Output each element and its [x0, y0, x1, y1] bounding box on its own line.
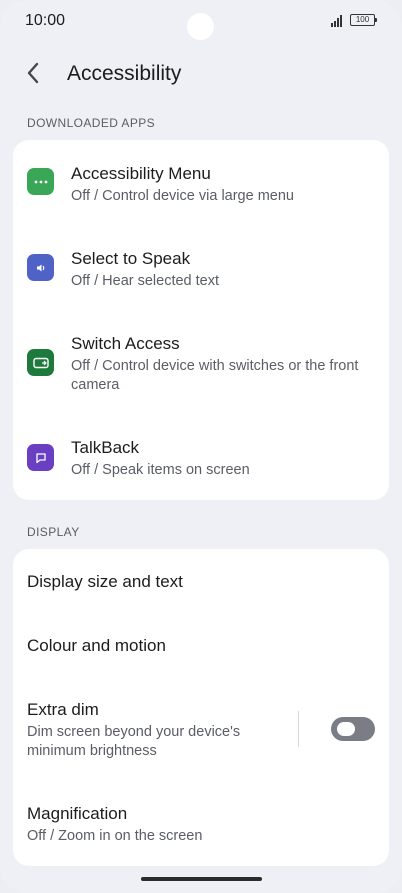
display-card: Display size and text Colour and motion …	[13, 549, 389, 866]
signal-icon	[331, 15, 345, 27]
more-dots-icon	[27, 168, 54, 195]
status-time: 10:00	[25, 12, 66, 29]
front-camera	[187, 13, 214, 40]
list-item-extra-dim[interactable]: Extra dim Dim screen beyond your device'…	[13, 689, 389, 774]
home-indicator[interactable]	[141, 877, 262, 881]
section-label-downloaded-apps: DOWNLOADED APPS	[27, 116, 156, 130]
item-title: Accessibility Menu	[71, 164, 211, 183]
item-title: Magnification	[27, 804, 128, 823]
item-subtitle: Off / Speak items on screen	[71, 462, 250, 478]
battery-level: 100	[355, 15, 370, 24]
list-item-switch-access[interactable]: Switch Access Off / Control device with …	[13, 318, 389, 418]
section-label-display: DISPLAY	[27, 525, 80, 539]
battery-icon: 100	[350, 14, 377, 26]
chevron-left-icon	[27, 62, 39, 84]
item-title: Switch Access	[71, 334, 180, 353]
screen: 10:00 100 Accessibility DOWNLOADED APPS …	[0, 0, 402, 893]
toggle-knob	[337, 722, 355, 736]
page-title: Accessibility	[67, 62, 182, 85]
item-subtitle: Off / Hear selected text	[71, 273, 220, 289]
switch-access-icon	[27, 349, 54, 376]
header: Accessibility	[0, 55, 402, 95]
back-button[interactable]	[18, 57, 48, 89]
list-item-select-to-speak[interactable]: Select to Speak Off / Hear selected text	[13, 233, 389, 313]
item-title: Extra dim	[27, 700, 99, 719]
list-item-accessibility-menu[interactable]: Accessibility Menu Off / Control device …	[13, 148, 389, 228]
list-item-display-size-and-text[interactable]: Display size and text	[13, 549, 389, 614]
item-subtitle: Off / Zoom in on the screen	[27, 828, 203, 844]
list-item-talkback[interactable]: TalkBack Off / Speak items on screen	[13, 423, 389, 498]
status-bar: 10:00 100	[0, 0, 402, 42]
downloaded-apps-card: Accessibility Menu Off / Control device …	[13, 140, 389, 500]
item-title: TalkBack	[71, 438, 140, 457]
chat-bubble-icon	[27, 444, 54, 471]
item-subtitle: Off / Control device via large menu	[71, 188, 294, 204]
list-item-magnification[interactable]: Magnification Off / Zoom in on the scree…	[13, 789, 389, 859]
item-title: Display size and text	[27, 572, 183, 591]
item-subtitle: Off / Control device with switches or th…	[71, 358, 359, 393]
speaker-icon	[27, 254, 54, 281]
item-subtitle: Dim screen beyond your device's minimum …	[27, 724, 241, 759]
list-item-colour-and-motion[interactable]: Colour and motion	[13, 614, 389, 677]
extra-dim-toggle[interactable]	[331, 717, 375, 741]
divider	[298, 711, 299, 747]
item-title: Colour and motion	[27, 636, 166, 655]
item-title: Select to Speak	[71, 249, 191, 268]
